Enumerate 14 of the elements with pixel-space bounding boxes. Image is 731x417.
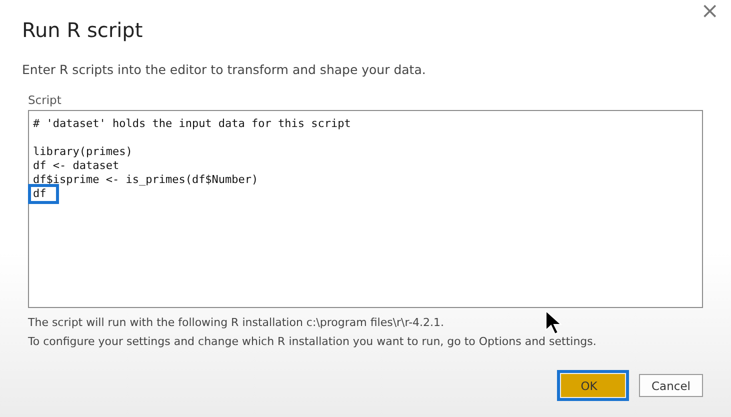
dialog-description: Enter R scripts into the editor to transform and shape your data.	[22, 62, 427, 77]
code-line: # 'dataset' holds the input data for this script	[33, 117, 351, 131]
script-editor[interactable]: # 'dataset' holds the input data for this script library(primes) df <- dataset df$isprime <- is_primes(df$Number) df	[28, 110, 703, 308]
close-button[interactable]: ×	[696, 0, 723, 24]
mouse-cursor-icon	[545, 310, 563, 336]
info-text: The script will run with the following R installation c:\program files\r\r-4.2.1.	[28, 316, 446, 329]
code-line: df	[31, 187, 56, 201]
code-line: df <- dataset	[33, 159, 120, 173]
info-text: To configure your settings and change which R installation you want to run, go to Options and settings.	[28, 335, 598, 348]
code-line: library(primes)	[33, 145, 132, 159]
code-line: df$isprime <- is_primes(df$Number)	[33, 173, 258, 187]
cancel-button[interactable]: Cancel	[639, 374, 703, 397]
script-label: Script	[28, 93, 62, 107]
dialog-title: Run R script	[22, 18, 144, 42]
